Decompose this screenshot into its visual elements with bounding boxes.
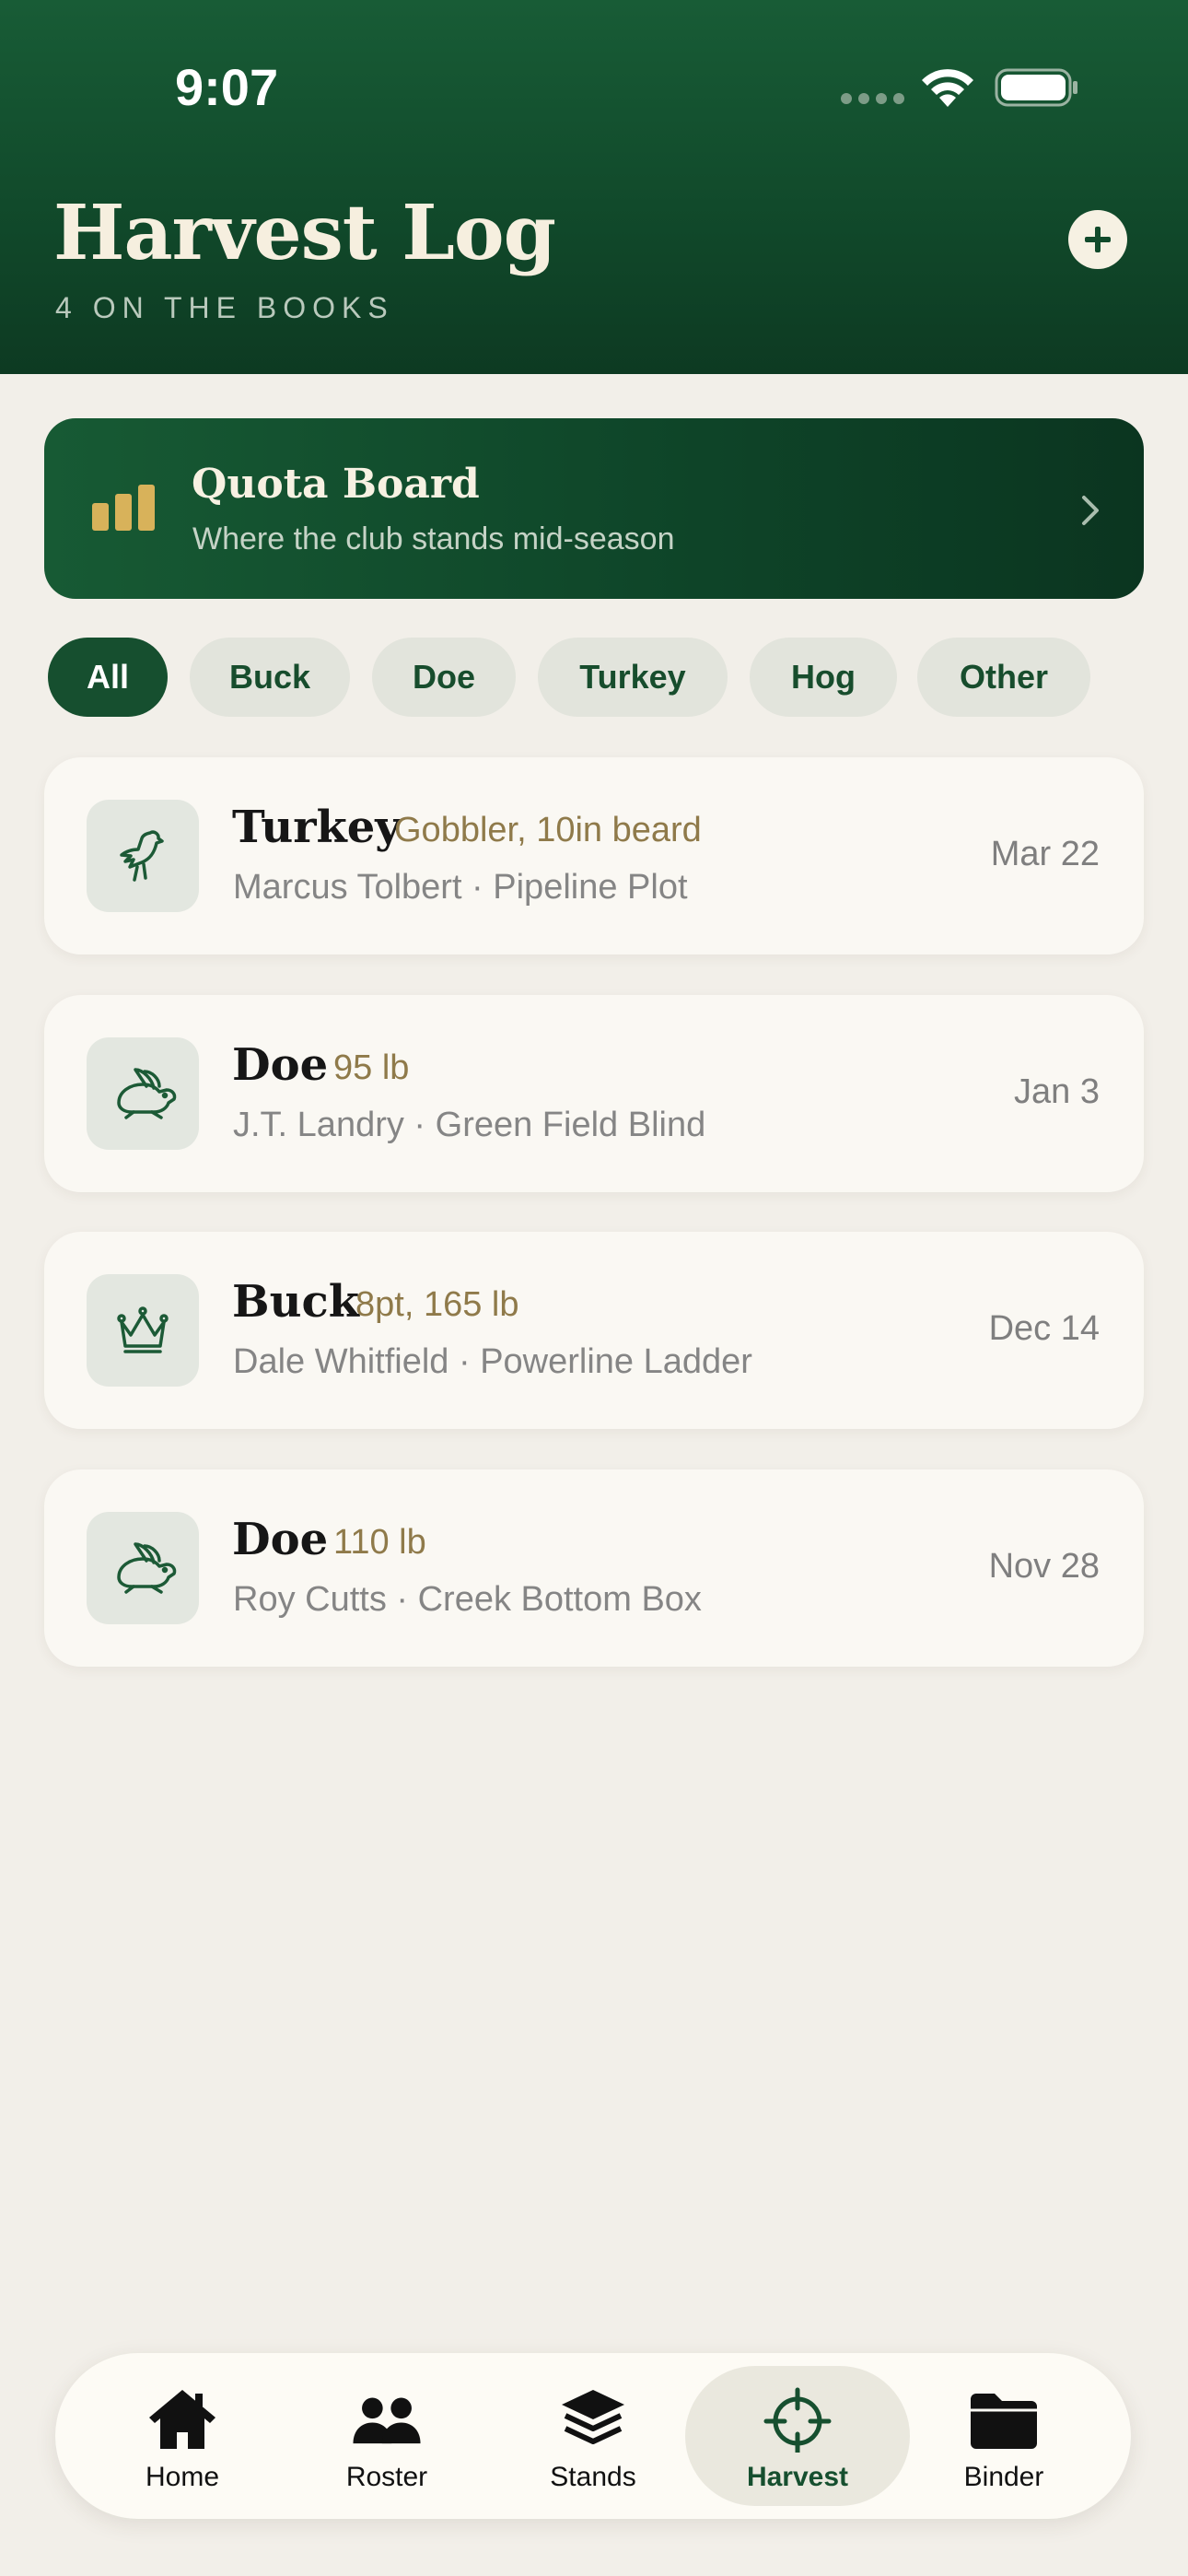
rabbit-icon [87, 1512, 199, 1624]
layers-icon [562, 2390, 624, 2444]
battery-icon [995, 68, 1077, 107]
harvest-detail: 110 lb [333, 1523, 426, 1562]
chevron-right-icon [1082, 496, 1099, 525]
tab-home[interactable]: Home [70, 2366, 295, 2506]
filter-chip-turkey[interactable]: Turkey [538, 638, 728, 717]
tab-harvest[interactable]: Harvest [685, 2366, 910, 2506]
wifi-icon [922, 69, 973, 107]
tab-label: Stands [550, 2462, 636, 2492]
harvest-card[interactable]: Doe 110 lb Roy Cutts · Creek Bottom Box … [44, 1469, 1144, 1667]
harvest-detail: 95 lb [333, 1048, 410, 1087]
harvest-species: Doe [232, 1039, 329, 1091]
add-harvest-button[interactable] [1068, 210, 1127, 269]
bird-icon [87, 800, 199, 912]
filter-chip-buck[interactable]: Buck [190, 638, 350, 717]
page-subtitle: 4 ON THE BOOKS [55, 291, 394, 324]
quota-board-card[interactable] [44, 418, 1144, 599]
harvest-meta: J.T. Landry · Green Field Blind [233, 1106, 706, 1144]
folder-icon [971, 2394, 1037, 2449]
harvest-card[interactable]: Buck 8pt, 165 lb Dale Whitfield · Powerl… [44, 1232, 1144, 1429]
tab-label: Home [145, 2462, 220, 2492]
harvest-species: Buck [232, 1276, 359, 1328]
crosshair-icon [763, 2387, 832, 2453]
status-time: 9:07 [175, 58, 279, 116]
tab-label: Harvest [746, 2462, 849, 2492]
bottom-tab-bar: Home Roster Stands Harvest Binder [55, 2353, 1131, 2519]
harvest-meta: Roy Cutts · Creek Bottom Box [233, 1580, 702, 1619]
filter-chip-doe[interactable]: Doe [372, 638, 516, 717]
rabbit-icon [87, 1037, 199, 1150]
bar-chart-icon [92, 485, 155, 531]
harvest-meta: Marcus Tolbert · Pipeline Plot [233, 868, 688, 907]
tab-roster[interactable]: Roster [274, 2366, 499, 2506]
crown-icon [87, 1274, 199, 1387]
harvest-detail: Gobbler, 10in beard [394, 811, 702, 849]
harvest-detail: 8pt, 165 lb [355, 1285, 519, 1324]
filter-chip-hog[interactable]: Hog [750, 638, 897, 717]
people-icon [353, 2397, 421, 2444]
filter-chip-all[interactable]: All [48, 638, 168, 717]
tab-label: Roster [345, 2462, 428, 2492]
harvest-date: Nov 28 [988, 1547, 1100, 1586]
header: 9:07 Harvest Log 4 ON THE BOOKS [0, 0, 1188, 374]
quota-board-subtitle: Where the club stands mid-season [192, 521, 675, 556]
tab-label: Binder [963, 2462, 1044, 2492]
harvest-species: Turkey [232, 802, 402, 853]
harvest-date: Jan 3 [1014, 1072, 1100, 1111]
plus-icon [1085, 227, 1111, 252]
harvest-meta: Dale Whitfield · Powerline Ladder [233, 1342, 752, 1381]
harvest-species: Doe [232, 1514, 329, 1565]
harvest-date: Mar 22 [990, 835, 1100, 873]
page-title: Harvest Log [53, 189, 556, 277]
quota-board-title: Quota Board [192, 461, 480, 508]
cellular-signal-icon [841, 93, 904, 104]
harvest-card[interactable]: Turkey Gobbler, 10in beard Marcus Tolber… [44, 757, 1144, 954]
harvest-card[interactable]: Doe 95 lb J.T. Landry · Green Field Blin… [44, 995, 1144, 1192]
harvest-date: Dec 14 [988, 1309, 1100, 1348]
tab-binder[interactable]: Binder [891, 2366, 1116, 2506]
tab-stands[interactable]: Stands [481, 2366, 705, 2506]
home-icon [149, 2390, 215, 2449]
filter-chip-other[interactable]: Other [917, 638, 1090, 717]
